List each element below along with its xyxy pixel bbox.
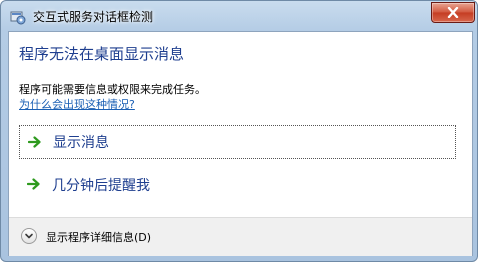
dialog-window: 交互式服务对话框检测 程序无法在桌面显示消息 程序可能需要信息或权限来完成任务。… (0, 0, 478, 262)
green-arrow-icon (28, 136, 41, 148)
close-icon (447, 7, 459, 18)
interactive-services-icon (10, 11, 26, 25)
close-button[interactable] (431, 2, 475, 23)
show-details-toggle[interactable]: 显示程序详细信息(D) (46, 229, 151, 245)
command-label: 几分钟后提醒我 (52, 178, 150, 194)
dialog-content: 程序无法在桌面显示消息 程序可能需要信息或权限来完成任务。 为什么会出现这种情况… (8, 31, 473, 256)
main-instruction: 程序无法在桌面显示消息 (19, 45, 185, 63)
remind-later-command[interactable]: 几分钟后提醒我 (19, 168, 456, 202)
title-bar[interactable]: 交互式服务对话框检测 (1, 1, 477, 31)
green-arrow-icon (27, 178, 40, 190)
command-label: 显示消息 (53, 135, 109, 151)
description-text: 程序可能需要信息或权限来完成任务。 (19, 83, 206, 96)
show-message-command[interactable]: 显示消息 (19, 125, 456, 159)
chevron-down-icon (25, 233, 33, 239)
expand-details-button[interactable] (21, 228, 37, 244)
window-title: 交互式服务对话框检测 (33, 10, 154, 24)
why-link[interactable]: 为什么会出现这种情况? (19, 96, 135, 112)
dialog-footer: 显示程序详细信息(D) (9, 217, 472, 256)
